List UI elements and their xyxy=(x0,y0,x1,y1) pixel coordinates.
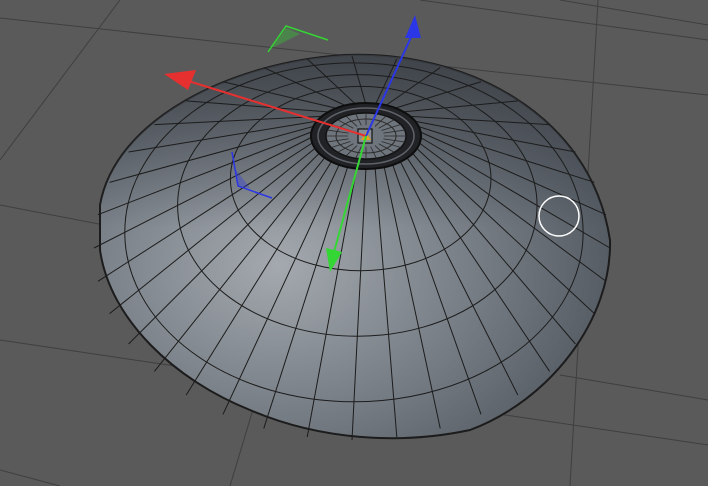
arrow-z-axis-icon[interactable] xyxy=(405,15,421,38)
green-plane-fill xyxy=(272,28,300,48)
grid-line xyxy=(559,374,708,401)
dome-mesh[interactable] xyxy=(93,53,612,441)
grid-line xyxy=(0,0,121,161)
3d-viewport[interactable] xyxy=(0,0,708,486)
viewport-scene[interactable] xyxy=(0,0,708,486)
grid-line xyxy=(419,0,708,41)
grid-line xyxy=(0,469,61,486)
grid-line xyxy=(559,0,708,26)
arrow-x-axis-icon[interactable] xyxy=(164,70,196,90)
